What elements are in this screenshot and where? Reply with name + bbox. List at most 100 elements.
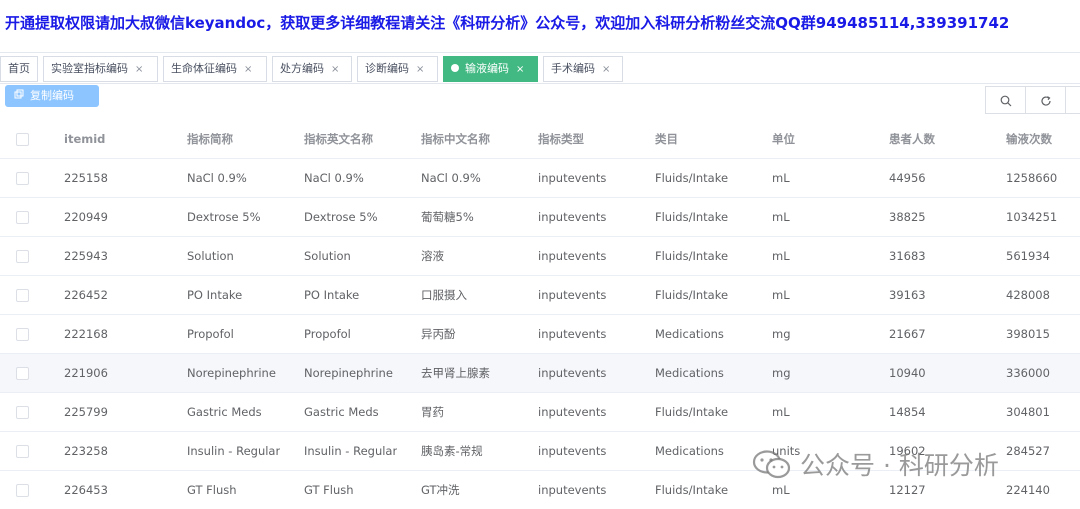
table-cell: 葡萄糖5% [421, 210, 474, 224]
columns-toggle-button[interactable] [1065, 86, 1080, 114]
tab-vitals-codes[interactable]: 生命体征编码 × [163, 56, 267, 82]
table-cell: Propofol [304, 327, 351, 341]
table-cell: mL [772, 405, 790, 419]
tab-lab-codes[interactable]: 实验室指标编码 × [43, 56, 158, 82]
row-checkbox[interactable] [16, 445, 29, 458]
table-cell: Propofol [187, 327, 234, 341]
tab-home[interactable]: 首页 [0, 56, 38, 82]
table-cell: inputevents [538, 171, 607, 185]
table-cell: 胰岛素-常规 [421, 444, 483, 458]
column-header[interactable]: 指标简称 [187, 120, 233, 159]
table-cell: 44956 [889, 171, 926, 185]
table-cell: Fluids/Intake [655, 249, 729, 263]
search-icon [1000, 93, 1012, 107]
refresh-button[interactable] [1025, 86, 1066, 114]
table-cell: 14854 [889, 405, 926, 419]
table-cell: Fluids/Intake [655, 483, 729, 497]
table-cell: 224140 [1006, 483, 1050, 497]
table-cell: NaCl 0.9% [187, 171, 247, 185]
row-checkbox[interactable] [16, 211, 29, 224]
close-icon[interactable]: × [331, 64, 339, 75]
table-cell: 304801 [1006, 405, 1050, 419]
table-row[interactable]: 220949 Dextrose 5% Dextrose 5% 葡萄糖5% inputev… [0, 198, 1080, 237]
table-cell: 226453 [64, 483, 108, 497]
table-cell: Fluids/Intake [655, 288, 729, 302]
table-cell: Dextrose 5% [304, 210, 378, 224]
column-header[interactable]: 单位 [772, 120, 795, 159]
table-cell: GT Flush [304, 483, 354, 497]
table-cell: Fluids/Intake [655, 405, 729, 419]
close-icon[interactable]: × [416, 64, 424, 75]
table-cell: 221906 [64, 366, 108, 380]
search-toggle-button[interactable] [985, 86, 1026, 114]
table-cell: 226452 [64, 288, 108, 302]
close-icon[interactable]: × [135, 64, 143, 75]
table-row[interactable]: 225799 Gastric Meds Gastric Meds 胃药 inputeve… [0, 393, 1080, 432]
table-cell: mL [772, 249, 790, 263]
table-row[interactable]: 222168 Propofol Propofol 异丙酚 inputevents Medi… [0, 315, 1080, 354]
table-cell: 225943 [64, 249, 108, 263]
table-cell: mL [772, 210, 790, 224]
select-all-checkbox[interactable] [16, 133, 29, 146]
tab-surgery-codes[interactable]: 手术编码 × [543, 56, 623, 82]
table-cell: inputevents [538, 288, 607, 302]
tab-label: 处方编码 [280, 62, 324, 75]
tab-label: 生命体征编码 [171, 62, 237, 75]
column-header[interactable]: 输液次数 [1006, 120, 1052, 159]
table-cell: mL [772, 288, 790, 302]
table-cell: Fluids/Intake [655, 171, 729, 185]
table-row[interactable]: 225158 NaCl 0.9% NaCl 0.9% NaCl 0.9% inputev… [0, 159, 1080, 198]
table-cell: Solution [304, 249, 351, 263]
wechat-icon [752, 449, 792, 485]
tab-label: 首页 [8, 62, 30, 75]
table-cell: PO Intake [304, 288, 360, 302]
tab-label: 实验室指标编码 [51, 62, 128, 75]
table-cell: 溶液 [421, 249, 444, 263]
row-checkbox[interactable] [16, 289, 29, 302]
table-cell: inputevents [538, 210, 607, 224]
copy-code-button[interactable]: 复制编码 [5, 85, 99, 107]
table-cell: Medications [655, 327, 724, 341]
row-checkbox[interactable] [16, 484, 29, 497]
table-cell: 39163 [889, 288, 926, 302]
table-cell: inputevents [538, 366, 607, 380]
row-checkbox[interactable] [16, 172, 29, 185]
table-cell: mL [772, 171, 790, 185]
row-checkbox[interactable] [16, 250, 29, 263]
table-cell: Gastric Meds [187, 405, 262, 419]
tab-infusion-codes[interactable]: 输液编码 × [443, 56, 538, 82]
table-header-row: itemid 指标简称 指标英文名称 指标中文名称 指标类型 类目 单位 患者人数 输液次数 [0, 120, 1080, 159]
row-checkbox[interactable] [16, 328, 29, 341]
table-cell: inputevents [538, 405, 607, 419]
table-cell: 31683 [889, 249, 926, 263]
table-cell: 胃药 [421, 405, 444, 419]
table-cell: Insulin - Regular [187, 444, 281, 458]
table-row[interactable]: 225943 Solution Solution 溶液 inputevents Fluid… [0, 237, 1080, 276]
table-row[interactable]: 221906 Norepinephrine Norepinephrine 去甲肾上腺素… [0, 354, 1080, 393]
refresh-icon [1040, 93, 1052, 107]
column-header[interactable]: 患者人数 [889, 120, 935, 159]
close-icon[interactable]: × [516, 64, 524, 75]
tab-diagnosis-codes[interactable]: 诊断编码 × [357, 56, 438, 82]
table-cell: 异丙酚 [421, 327, 456, 341]
table-cell: 336000 [1006, 366, 1050, 380]
tab-prescription-codes[interactable]: 处方编码 × [272, 56, 352, 82]
close-icon[interactable]: × [602, 64, 610, 75]
row-checkbox[interactable] [16, 406, 29, 419]
table-cell: inputevents [538, 249, 607, 263]
table-cell: NaCl 0.9% [304, 171, 364, 185]
column-header[interactable]: 指标英文名称 [304, 120, 373, 159]
column-header[interactable]: 指标中文名称 [421, 120, 490, 159]
close-icon[interactable]: × [244, 64, 252, 75]
table-row[interactable]: 226452 PO Intake PO Intake 口服摄入 inputevents F… [0, 276, 1080, 315]
column-header[interactable]: itemid [64, 120, 105, 159]
active-dot-icon [451, 64, 459, 72]
table-cell: 225799 [64, 405, 108, 419]
row-checkbox[interactable] [16, 367, 29, 380]
column-header[interactable]: 指标类型 [538, 120, 584, 159]
column-header[interactable]: 类目 [655, 120, 678, 159]
tab-label: 输液编码 [465, 62, 509, 75]
table-cell: Medications [655, 444, 724, 458]
table-cell: inputevents [538, 444, 607, 458]
table-cell: Insulin - Regular [304, 444, 398, 458]
